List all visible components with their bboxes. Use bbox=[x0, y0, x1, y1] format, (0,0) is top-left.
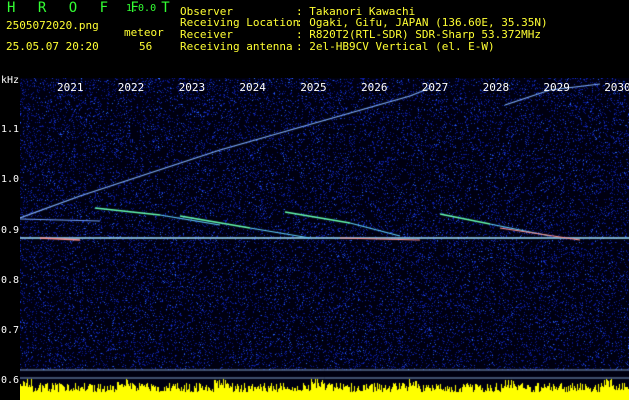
time-tick-label: 2026 bbox=[361, 81, 388, 94]
antenna-label: Receiving antenna bbox=[180, 40, 293, 53]
frequency-tick-label: 1.0 bbox=[1, 174, 20, 185]
time-tick-label: 2027 bbox=[421, 81, 449, 94]
frequency-tick-label: 1.1 bbox=[1, 124, 20, 135]
receiver-value: : R820T2(RTL-SDR) SDR-Sharp 53.372MHz bbox=[296, 28, 542, 41]
frequency-tick-label: 0.9 bbox=[1, 225, 20, 236]
time-tick-label: 2025 bbox=[300, 81, 327, 94]
hrofft-display: H R O F F T 1.0.0 2505072020.png meteor … bbox=[0, 0, 629, 400]
time-tick-label: 2030 bbox=[604, 81, 629, 94]
filename: 2505072020.png bbox=[6, 19, 99, 32]
location-value: : Ogaki, Gifu, JAPAN (136.60E, 35.35N) bbox=[296, 16, 548, 29]
time-tick-label: 2024 bbox=[239, 81, 266, 94]
spectrogram bbox=[20, 78, 629, 400]
time-tick-label: 2021 bbox=[57, 81, 84, 94]
frequency-tick-label: 0.7 bbox=[1, 325, 20, 336]
time-tick-label: 2029 bbox=[543, 81, 570, 94]
time-tick-label: 2022 bbox=[117, 81, 145, 94]
mode-label: meteor bbox=[124, 26, 164, 39]
antenna-value: : 2el-HB9CV Vertical (el. E-W) bbox=[296, 40, 495, 53]
datetime: 25.05.07 20:20 bbox=[6, 40, 99, 53]
app-version: 1.0.0 bbox=[126, 3, 157, 14]
time-tick-label: 2028 bbox=[482, 81, 510, 94]
location-label: Receiving Location bbox=[180, 16, 300, 29]
frequency-tick-label: 0.8 bbox=[1, 275, 20, 286]
receiver-label: Receiver bbox=[180, 28, 233, 41]
frequency-tick-label: 0.6 bbox=[1, 375, 20, 386]
meteor-count: 56 bbox=[139, 40, 153, 53]
time-tick-label: 2023 bbox=[178, 81, 206, 94]
frequency-unit-label: kHz bbox=[1, 75, 20, 86]
